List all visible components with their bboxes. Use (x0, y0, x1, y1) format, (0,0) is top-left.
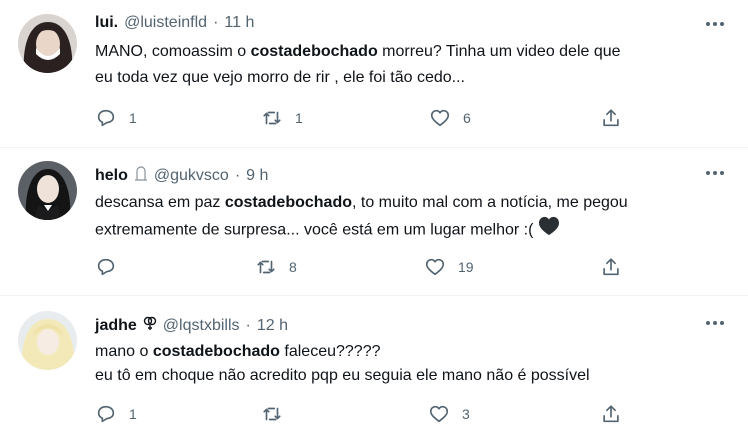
reply-button[interactable]: 1 (95, 403, 137, 425)
retweet-button[interactable] (261, 403, 295, 425)
like-button[interactable]: 3 (428, 403, 470, 425)
grave-symbol-icon (134, 165, 148, 186)
mention[interactable]: costadebochado (225, 194, 352, 211)
user-handle[interactable]: @luisteinfld (124, 14, 207, 32)
retweet-count: 1 (295, 110, 303, 126)
retweet-icon (263, 407, 281, 421)
avatar[interactable] (18, 311, 77, 370)
more-options-button[interactable] (706, 22, 724, 26)
tweet-text-line: descansa em paz costadebochado, to muito… (95, 194, 628, 211)
tweet-text-line: mano o costadebochado faleceu????? (95, 343, 381, 360)
share-button[interactable] (600, 403, 622, 425)
user-handle[interactable]: @lqstxbills (163, 317, 240, 335)
tweet-text: MANO, comoassim o costadebochado morreu?… (95, 39, 725, 91)
heart-icon (425, 258, 445, 276)
heart-icon (430, 109, 450, 127)
reply-count: 1 (129, 110, 137, 126)
tweet-feed: lui. @luisteinfld · 11 h MANO, comoassim… (0, 0, 748, 440)
mention[interactable]: costadebochado (153, 343, 280, 360)
tweet-actions: 1 3 (95, 403, 655, 427)
avatar[interactable] (18, 161, 77, 220)
separator-dot: · (213, 14, 219, 31)
reply-icon (97, 405, 115, 423)
tweet-header: jadhe @lqstxbills · 12 h (95, 315, 288, 336)
separator-dot: · (245, 316, 251, 334)
tweet-text-line: extremamente de surpresa... você está em… (95, 216, 725, 245)
display-name[interactable]: jadhe (95, 317, 137, 335)
tweet-text: descansa em paz costadebochado, to muito… (95, 190, 725, 245)
share-button[interactable] (600, 107, 622, 129)
display-name[interactable]: lui. (95, 14, 118, 32)
reply-count: 1 (129, 406, 137, 422)
like-button[interactable]: 6 (429, 107, 471, 129)
tweet-actions: 1 1 6 (95, 107, 655, 131)
retweet-count: 8 (289, 259, 297, 275)
tweet[interactable]: jadhe @lqstxbills · 12 h mano o costadeb… (0, 295, 748, 440)
like-count: 3 (462, 406, 470, 422)
more-options-button[interactable] (706, 171, 724, 175)
like-count: 6 (463, 110, 471, 126)
reply-icon (97, 109, 115, 127)
tweet-text-line: eu toda vez que vejo morro de rir , ele … (95, 69, 465, 86)
timestamp[interactable]: 11 h (224, 14, 254, 32)
like-count: 19 (458, 259, 474, 275)
retweet-icon (257, 260, 275, 274)
tweet-header: helo @gukvsco · 9 h (95, 165, 268, 186)
more-options-icon (706, 22, 710, 26)
retweet-button[interactable]: 8 (255, 256, 297, 278)
reply-button[interactable] (95, 256, 129, 278)
tweet[interactable]: helo @gukvsco · 9 h descansa em paz cost… (0, 147, 748, 296)
more-options-icon (706, 321, 710, 325)
timestamp[interactable]: 12 h (257, 317, 288, 335)
retweet-icon (263, 111, 281, 125)
share-icon (603, 405, 619, 423)
heart-icon (429, 405, 449, 423)
share-button[interactable] (600, 256, 622, 278)
tweet-text-line: eu tô em choque não acredito pqp eu segu… (95, 367, 590, 384)
avatar[interactable] (18, 14, 77, 73)
timestamp[interactable]: 9 h (246, 167, 268, 185)
tweet-text-line: MANO, comoassim o costadebochado morreu?… (95, 43, 621, 60)
mention[interactable]: costadebochado (251, 43, 378, 60)
separator-dot: · (234, 166, 241, 184)
tweet[interactable]: lui. @luisteinfld · 11 h MANO, comoassim… (0, 0, 748, 148)
black-heart-emoji (538, 216, 560, 245)
retweet-button[interactable]: 1 (261, 107, 303, 129)
like-button[interactable]: 19 (424, 256, 474, 278)
tweet-actions: 8 19 (95, 256, 655, 280)
share-icon (603, 258, 619, 276)
tweet-text: mano o costadebochado faleceu????? eu tô… (95, 340, 725, 388)
display-name[interactable]: helo (95, 167, 128, 185)
user-handle[interactable]: @gukvsco (154, 167, 229, 185)
reply-button[interactable]: 1 (95, 107, 137, 129)
more-options-icon (706, 171, 710, 175)
more-options-button[interactable] (706, 321, 724, 325)
gender-symbol-icon (143, 315, 157, 336)
share-icon (603, 109, 619, 127)
tweet-header: lui. @luisteinfld · 11 h (95, 14, 254, 32)
reply-icon (97, 258, 115, 276)
